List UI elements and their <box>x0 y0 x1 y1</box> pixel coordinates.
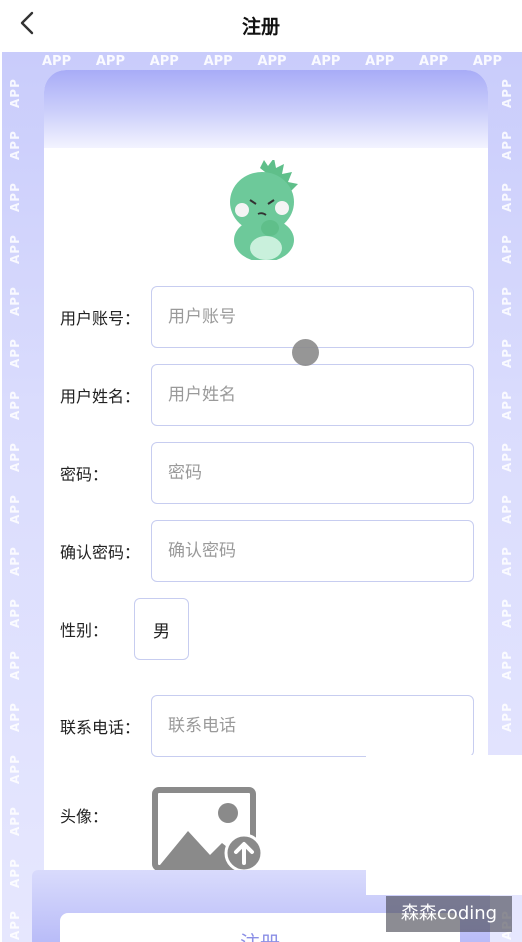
banner-text: APP <box>500 390 514 420</box>
banner-text: APP <box>8 234 22 264</box>
page-title: 注册 <box>241 16 280 38</box>
password-row: 密码： <box>60 442 474 504</box>
banner-text: APP <box>500 494 514 524</box>
avatar-label: 头像： <box>60 807 109 826</box>
banner-text: APP <box>500 442 514 472</box>
banner-text: APP <box>8 754 22 784</box>
banner-text: APP <box>8 130 22 160</box>
account-row: 用户账号： <box>60 286 474 348</box>
gender-picker[interactable]: 男 <box>134 598 189 660</box>
phone-row: 联系电话： <box>60 695 474 757</box>
touch-cursor-indicator <box>292 339 319 366</box>
banner-text: APP <box>8 806 22 836</box>
banner-text: APP <box>500 598 514 628</box>
dinosaur-mascot-icon <box>230 160 298 260</box>
banner-text: APP <box>8 598 22 628</box>
banner-text: APP <box>8 494 22 524</box>
blank-overlay <box>366 755 522 895</box>
app-banner-left: APP APP APP APP APP APP APP APP APP APP … <box>4 52 26 942</box>
phone-input[interactable] <box>151 695 474 757</box>
watermark-label: 森森coding <box>386 896 512 932</box>
image-upload-icon[interactable] <box>152 785 264 877</box>
name-label: 用户姓名： <box>60 387 141 406</box>
banner-text: APP <box>500 130 514 160</box>
banner-text: APP <box>8 78 22 108</box>
confirm-password-input[interactable] <box>151 520 474 582</box>
banner-text: APP <box>8 286 22 316</box>
card-header-gradient <box>44 70 488 148</box>
banner-text: APP <box>500 182 514 212</box>
banner-text: APP <box>500 338 514 368</box>
banner-text: APP <box>500 650 514 680</box>
banner-text: APP <box>8 338 22 368</box>
banner-text: APP <box>500 234 514 264</box>
banner-text: APP <box>500 286 514 316</box>
banner-text: APP <box>500 546 514 576</box>
banner-text: APP <box>8 546 22 576</box>
top-nav-bar: 注册 <box>0 0 522 50</box>
name-input[interactable] <box>151 364 474 426</box>
account-label: 用户账号： <box>60 309 141 328</box>
account-input[interactable] <box>151 286 474 348</box>
confirm-password-row: 确认密码： <box>60 520 474 582</box>
banner-text: APP <box>8 650 22 680</box>
password-label: 密码： <box>60 465 109 484</box>
banner-text: APP <box>8 910 22 940</box>
gender-row: 性别： 男 <box>60 598 474 660</box>
banner-text: APP <box>500 78 514 108</box>
password-input[interactable] <box>151 442 474 504</box>
phone-label: 联系电话： <box>60 718 141 737</box>
name-row: 用户姓名： <box>60 364 474 426</box>
banner-text: APP <box>500 702 514 732</box>
confirm-password-label: 确认密码： <box>60 543 141 562</box>
banner-text: APP <box>8 858 22 888</box>
gender-label: 性别： <box>60 621 109 640</box>
banner-text: APP <box>8 702 22 732</box>
banner-text: APP <box>8 442 22 472</box>
banner-text: APP <box>8 182 22 212</box>
banner-text: APP <box>8 390 22 420</box>
